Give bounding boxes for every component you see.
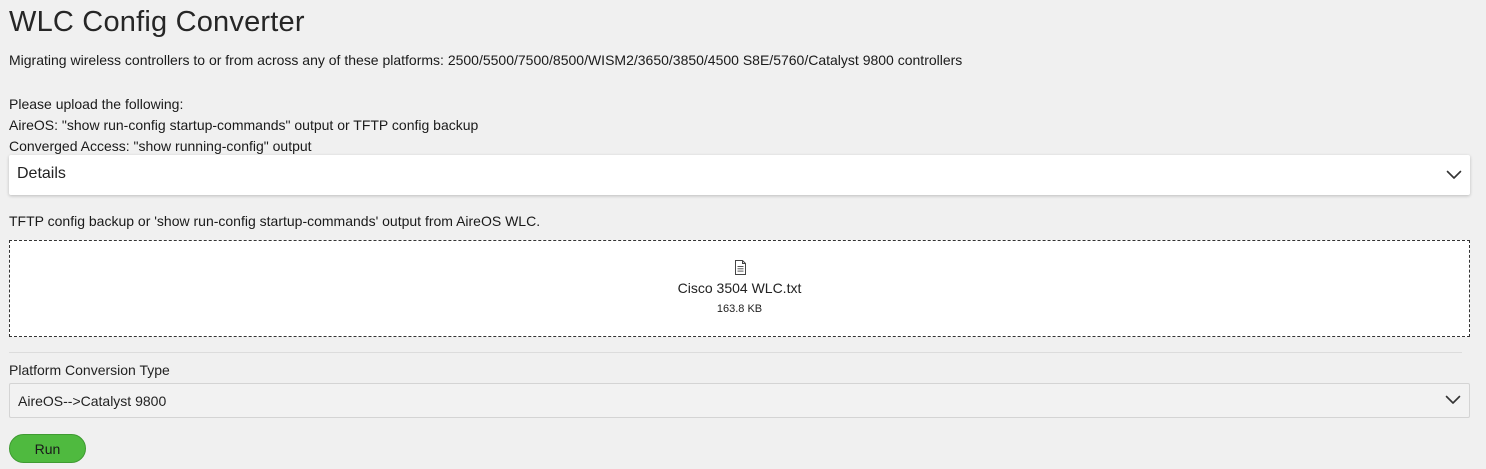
details-label: Details xyxy=(17,165,66,182)
upload-label: TFTP config backup or 'show run-config s… xyxy=(9,213,541,229)
page-subtitle: Migrating wireless controllers to or fro… xyxy=(9,52,963,68)
instruction-line: AireOS: "show run-config startup-command… xyxy=(9,117,479,133)
conversion-type-label: Platform Conversion Type xyxy=(9,362,170,378)
instruction-line: Converged Access: "show running-config" … xyxy=(9,138,312,154)
details-accordion[interactable]: Details xyxy=(9,155,1470,195)
chevron-down-icon xyxy=(1446,170,1462,179)
chevron-down-icon xyxy=(1445,395,1461,404)
conversion-type-value: AireOS-->Catalyst 9800 xyxy=(18,393,167,409)
uploaded-file-name: Cisco 3504 WLC.txt xyxy=(677,280,802,296)
upload-instructions: Please upload the following: AireOS: "sh… xyxy=(9,94,478,157)
page-title: WLC Config Converter xyxy=(9,6,305,38)
run-button[interactable]: Run xyxy=(9,434,86,463)
instruction-line: Please upload the following: xyxy=(9,96,184,112)
conversion-type-select[interactable]: AireOS-->Catalyst 9800 xyxy=(9,383,1470,418)
uploaded-file-size: 163.8 KB xyxy=(716,303,763,315)
section-divider xyxy=(9,352,1462,353)
document-icon xyxy=(735,260,746,275)
file-dropzone[interactable]: Cisco 3504 WLC.txt 163.8 KB xyxy=(9,240,1470,337)
